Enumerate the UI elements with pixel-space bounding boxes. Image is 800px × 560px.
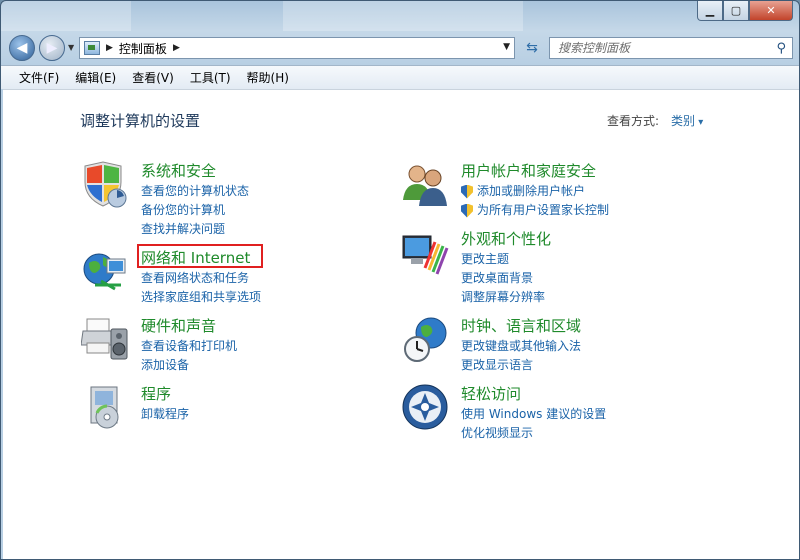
link-find-fix-problems[interactable]: 查找并解决问题 (141, 220, 249, 239)
printer-speaker-icon (81, 318, 128, 360)
link-label: 添加或删除用户帐户 (477, 184, 586, 198)
address-bar[interactable]: ▶ 控制面板 ▶ ▼ (79, 37, 515, 59)
breadcrumb-control-panel[interactable]: 控制面板 (119, 40, 167, 57)
link-label: 为所有用户设置家长控制 (477, 203, 610, 217)
category-title[interactable]: 系统和安全 (141, 160, 216, 181)
menu-tools[interactable]: 工具(T) (182, 69, 239, 86)
control-panel-window: ▁ ▢ ✕ ◀ ▶ ▼ ▶ 控制面板 ▶ ▼ ⇆ ⚲ 文件(F) 编辑(E) 查… (0, 0, 800, 560)
users-icon (403, 165, 447, 206)
link-windows-suggested-settings[interactable]: 使用 Windows 建议的设置 (461, 405, 606, 424)
view-by-label: 查看方式: (607, 114, 660, 128)
uac-shield-icon (461, 184, 473, 199)
link-backup-computer[interactable]: 备份您的计算机 (141, 201, 249, 220)
navigation-bar: ◀ ▶ ▼ ▶ 控制面板 ▶ ▼ ⇆ ⚲ (1, 31, 799, 63)
menu-file[interactable]: 文件(F) (11, 69, 67, 86)
shield-chart-icon (84, 161, 127, 208)
view-by-dropdown[interactable]: 类别 (671, 112, 703, 129)
search-icon[interactable]: ⚲ (776, 41, 786, 56)
minimize-button[interactable]: ▁ (697, 1, 723, 21)
menu-bar: 文件(F) 编辑(E) 查看(V) 工具(T) 帮助(H) (1, 65, 799, 89)
search-input[interactable] (558, 41, 768, 55)
menu-view[interactable]: 查看(V) (124, 69, 182, 86)
link-view-network-status[interactable]: 查看网络状态和任务 (141, 269, 261, 288)
background-blur (283, 1, 523, 31)
menu-help[interactable]: 帮助(H) (239, 69, 297, 86)
refresh-icon: ⇆ (526, 40, 538, 56)
category-system-security: 系统和安全 查看您的计算机状态 备份您的计算机 查找并解决问题 (81, 160, 381, 236)
refresh-button[interactable]: ⇆ (521, 38, 543, 58)
ease-of-access-icon (402, 384, 448, 430)
address-dropdown-icon[interactable]: ▼ (503, 42, 510, 52)
highlight-box (137, 244, 263, 268)
category-title[interactable]: 轻松访问 (461, 383, 521, 404)
arrow-left-icon: ◀ (16, 40, 28, 56)
link-add-remove-accounts[interactable]: 添加或删除用户帐户 (461, 182, 609, 201)
close-button[interactable]: ✕ (749, 1, 793, 21)
category-title[interactable]: 用户帐户和家庭安全 (461, 160, 596, 181)
link-change-display-language[interactable]: 更改显示语言 (461, 356, 581, 375)
link-change-theme[interactable]: 更改主题 (461, 250, 545, 269)
search-box[interactable]: ⚲ (549, 37, 793, 59)
category-programs: 程序 卸载程序 (81, 383, 381, 433)
category-hardware-sound: 硬件和声音 查看设备和打印机 添加设备 (81, 315, 381, 375)
background-blur (1, 1, 131, 31)
link-homegroup-sharing[interactable]: 选择家庭组和共享选项 (141, 288, 261, 307)
page-title: 调整计算机的设置 (80, 112, 201, 130)
recent-pages-dropdown[interactable]: ▼ (68, 43, 74, 52)
link-devices-printers[interactable]: 查看设备和打印机 (141, 337, 237, 356)
category-clock-language: 时钟、语言和区域 更改键盘或其他输入法 更改显示语言 (401, 315, 701, 375)
breadcrumb-separator[interactable]: ▶ (106, 43, 113, 53)
category-appearance: 外观和个性化 更改主题 更改桌面背景 调整屏幕分辨率 (401, 228, 701, 304)
forward-button[interactable]: ▶ (39, 35, 65, 61)
link-change-input-method[interactable]: 更改键盘或其他输入法 (461, 337, 581, 356)
breadcrumb-separator[interactable]: ▶ (173, 43, 180, 53)
uac-shield-icon (461, 203, 473, 218)
category-title[interactable]: 时钟、语言和区域 (461, 315, 581, 336)
link-add-device[interactable]: 添加设备 (141, 356, 237, 375)
category-user-accounts: 用户帐户和家庭安全 添加或删除用户帐户 为所有用户设置家长控制 (401, 160, 701, 220)
arrow-right-icon: ▶ (46, 40, 58, 56)
link-screen-resolution[interactable]: 调整屏幕分辨率 (461, 288, 545, 307)
category-ease-of-access: 轻松访问 使用 Windows 建议的设置 优化视频显示 (401, 383, 701, 443)
link-uninstall-program[interactable]: 卸载程序 (141, 405, 189, 424)
control-panel-icon (84, 41, 100, 55)
category-title[interactable]: 外观和个性化 (461, 228, 551, 249)
link-change-background[interactable]: 更改桌面背景 (461, 269, 545, 288)
category-title[interactable]: 硬件和声音 (141, 315, 216, 336)
content-area: 调整计算机的设置 查看方式: 类别 系统和安全 查看您的计算机状态 备份您的计算… (3, 89, 799, 559)
maximize-button[interactable]: ▢ (723, 1, 749, 21)
clock-globe-icon (404, 317, 447, 362)
link-parental-controls[interactable]: 为所有用户设置家长控制 (461, 201, 609, 220)
link-optimize-display[interactable]: 优化视频显示 (461, 424, 606, 443)
category-title[interactable]: 程序 (141, 383, 171, 404)
menu-edit[interactable]: 编辑(E) (67, 69, 124, 86)
monitor-palette-icon (402, 235, 449, 275)
globe-network-icon (83, 253, 126, 291)
link-view-computer-status[interactable]: 查看您的计算机状态 (141, 182, 249, 201)
programs-disc-icon (90, 386, 119, 429)
window-controls: ▁ ▢ ✕ (697, 1, 793, 21)
back-button[interactable]: ◀ (9, 35, 35, 61)
